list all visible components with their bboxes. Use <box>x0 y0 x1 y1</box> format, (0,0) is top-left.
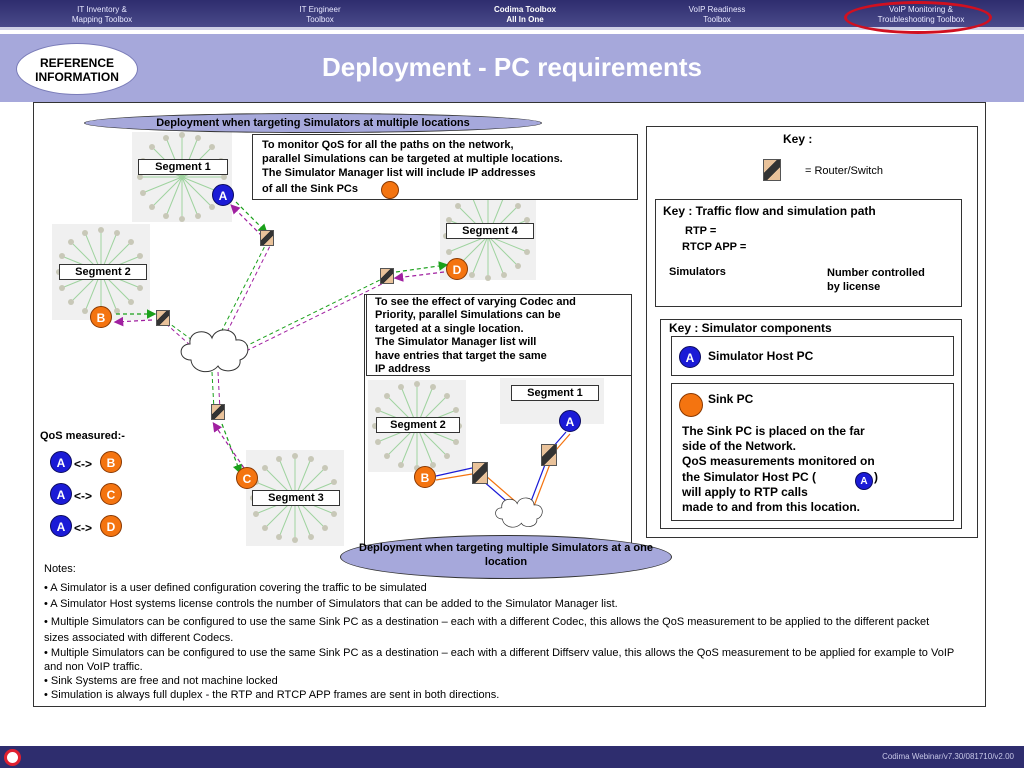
segment-2-label: Segment 2 <box>376 417 460 433</box>
segment-1-label: Segment 1 <box>138 159 228 175</box>
note-item: • Multiple Simulators can be configured … <box>44 647 955 673</box>
sink-node-d: D <box>446 258 468 280</box>
segment-3-label: Segment 3 <box>252 490 340 506</box>
sink-pc-icon <box>381 181 399 199</box>
sink-node-c: C <box>236 467 258 489</box>
sink-pc-key: Sink PC The Sink PC is placed on the far… <box>671 383 954 521</box>
footer-version: Codima Webinar/v7.30/081710/v2.00 <box>882 752 1014 761</box>
note-item: • Simulation is always full duplex - the… <box>44 689 500 701</box>
sink-pc-icon <box>679 393 703 417</box>
note-item: • A Simulator is a user defined configur… <box>44 582 427 594</box>
multi-location-heading: Deployment when targeting Simulators at … <box>84 113 542 133</box>
simulator-host-key: A Simulator Host PC <box>671 336 954 376</box>
host-node-a: A <box>855 472 873 490</box>
router-icon <box>260 230 274 246</box>
router-icon <box>763 159 781 181</box>
sink-node-b: B <box>90 306 112 328</box>
note-item: • A Simulator Host systems license contr… <box>44 598 618 610</box>
qos-label: QoS measured:- <box>40 430 125 442</box>
single-location-callout: To see the effect of varying Codec and P… <box>366 294 632 376</box>
codima-logo-icon[interactable] <box>4 749 21 766</box>
notes-heading: Notes: <box>44 563 76 575</box>
router-icon <box>211 404 225 420</box>
note-item: • Sink Systems are free and not machine … <box>44 675 278 687</box>
router-icon <box>156 310 170 326</box>
router-icon <box>380 268 394 284</box>
multi-location-callout: To monitor QoS for all the paths on the … <box>252 134 638 200</box>
host-node-a: A <box>559 410 581 432</box>
segment-1-label: Segment 1 <box>511 385 599 401</box>
segment-2-label: Segment 2 <box>59 264 147 280</box>
traffic-key: Key : Traffic flow and simulation path R… <box>655 199 962 307</box>
sink-node-b: B <box>414 466 436 488</box>
host-node-a: A <box>679 346 701 368</box>
notes-section: Notes: • A Simulator is a user defined c… <box>44 562 984 702</box>
note-item: • Multiple Simulators can be configured … <box>44 616 930 644</box>
segment-4-label: Segment 4 <box>446 223 534 239</box>
footer-bar: Codima Webinar/v7.30/081710/v2.00 <box>0 746 1024 768</box>
host-node-a: A <box>212 184 234 206</box>
